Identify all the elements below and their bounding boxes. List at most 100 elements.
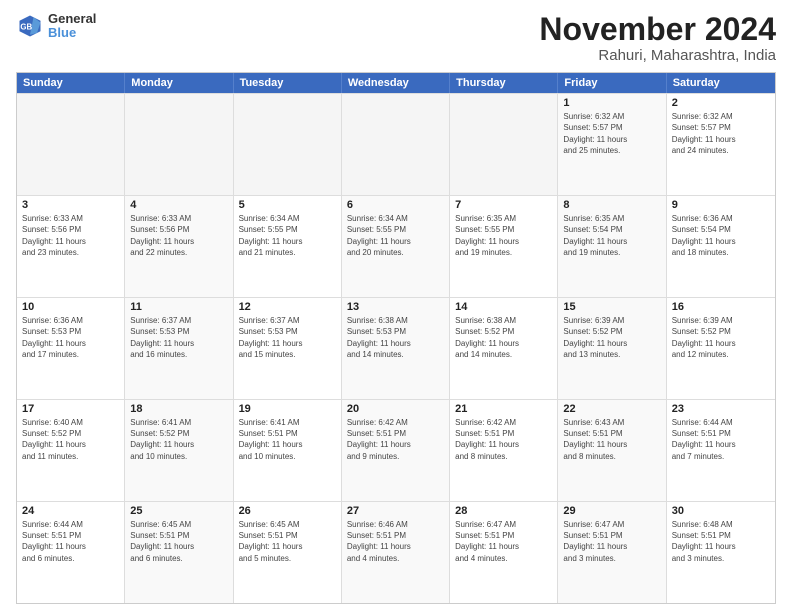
calendar-cell: 1 Sunrise: 6:32 AM Sunset: 5:57 PM Daylig… — [558, 94, 666, 195]
day-info: Sunrise: 6:46 AM Sunset: 5:51 PM Dayligh… — [347, 519, 444, 564]
header-day-saturday: Saturday — [667, 73, 775, 93]
calendar-cell: 3Sunrise: 6:33 AM Sunset: 5:56 PM Daylig… — [17, 196, 125, 297]
header-day-sunday: Sunday — [17, 73, 125, 93]
day-info: Sunrise: 6:33 AM Sunset: 5:56 PM Dayligh… — [22, 213, 119, 258]
day-info: Sunrise: 6:39 AM Sunset: 5:52 PM Dayligh… — [672, 315, 770, 360]
day-info: Sunrise: 6:47 AM Sunset: 5:51 PM Dayligh… — [455, 519, 552, 564]
day-info: Sunrise: 6:35 AM Sunset: 5:54 PM Dayligh… — [563, 213, 660, 258]
calendar-cell: 20 Sunrise: 6:42 AM Sunset: 5:51 PM Dayli… — [342, 400, 450, 501]
day-number: 2 — [672, 97, 770, 109]
day-number: 19 — [239, 403, 336, 415]
day-number: 4 — [130, 199, 227, 211]
logo-text: General Blue — [48, 12, 96, 41]
calendar-cell: 4 Sunrise: 6:33 AM Sunset: 5:56 PM Daylig… — [125, 196, 233, 297]
day-number: 27 — [347, 505, 444, 517]
day-number: 12 — [239, 301, 336, 313]
day-number: 18 — [130, 403, 227, 415]
day-number: 8 — [563, 199, 660, 211]
day-number: 15 — [563, 301, 660, 313]
day-number: 29 — [563, 505, 660, 517]
subtitle: Rahuri, Maharashtra, India — [539, 47, 776, 64]
day-number: 9 — [672, 199, 770, 211]
day-info: Sunrise: 6:37 AM Sunset: 5:53 PM Dayligh… — [239, 315, 336, 360]
calendar-cell: 12 Sunrise: 6:37 AM Sunset: 5:53 PM Dayli… — [234, 298, 342, 399]
day-info: Sunrise: 6:43 AM Sunset: 5:51 PM Dayligh… — [563, 417, 660, 462]
day-number: 24 — [22, 505, 119, 517]
header-day-friday: Friday — [558, 73, 666, 93]
day-number: 25 — [130, 505, 227, 517]
calendar-header: SundayMondayTuesdayWednesdayThursdayFrid… — [17, 73, 775, 93]
day-number: 14 — [455, 301, 552, 313]
calendar-cell: 5Sunrise: 6:34 AM Sunset: 5:55 PM Daylig… — [234, 196, 342, 297]
day-info: Sunrise: 6:34 AM Sunset: 5:55 PM Dayligh… — [347, 213, 444, 258]
day-info: Sunrise: 6:42 AM Sunset: 5:51 PM Dayligh… — [347, 417, 444, 462]
day-number: 11 — [130, 301, 227, 313]
calendar-cell: 18 Sunrise: 6:41 AM Sunset: 5:52 PM Dayli… — [125, 400, 233, 501]
calendar-cell: 30Sunrise: 6:48 AM Sunset: 5:51 PM Dayli… — [667, 502, 775, 603]
day-number: 21 — [455, 403, 552, 415]
day-info: Sunrise: 6:41 AM Sunset: 5:51 PM Dayligh… — [239, 417, 336, 462]
calendar-cell: 22 Sunrise: 6:43 AM Sunset: 5:51 PM Dayli… — [558, 400, 666, 501]
calendar-cell: 15 Sunrise: 6:39 AM Sunset: 5:52 PM Dayli… — [558, 298, 666, 399]
calendar-cell: 21 Sunrise: 6:42 AM Sunset: 5:51 PM Dayli… — [450, 400, 558, 501]
logo: GB General Blue — [16, 12, 96, 41]
title-block: November 2024 Rahuri, Maharashtra, India — [539, 12, 776, 64]
calendar-row-3: 10Sunrise: 6:36 AM Sunset: 5:53 PM Dayli… — [17, 297, 775, 399]
calendar-cell: 13Sunrise: 6:38 AM Sunset: 5:53 PM Dayli… — [342, 298, 450, 399]
calendar-row-5: 24Sunrise: 6:44 AM Sunset: 5:51 PM Dayli… — [17, 501, 775, 603]
calendar-cell: 26 Sunrise: 6:45 AM Sunset: 5:51 PM Dayli… — [234, 502, 342, 603]
calendar-cell: 24Sunrise: 6:44 AM Sunset: 5:51 PM Dayli… — [17, 502, 125, 603]
day-info: Sunrise: 6:42 AM Sunset: 5:51 PM Dayligh… — [455, 417, 552, 462]
logo-line2: Blue — [48, 26, 96, 40]
logo-line1: General — [48, 12, 96, 26]
calendar-row-2: 3Sunrise: 6:33 AM Sunset: 5:56 PM Daylig… — [17, 195, 775, 297]
logo-icon: GB — [16, 12, 44, 40]
calendar-body: 1 Sunrise: 6:32 AM Sunset: 5:57 PM Daylig… — [17, 93, 775, 603]
calendar-cell: 7Sunrise: 6:35 AM Sunset: 5:55 PM Daylig… — [450, 196, 558, 297]
day-info: Sunrise: 6:41 AM Sunset: 5:52 PM Dayligh… — [130, 417, 227, 462]
calendar-cell: 17 Sunrise: 6:40 AM Sunset: 5:52 PM Dayli… — [17, 400, 125, 501]
page: GB General Blue November 2024 Rahuri, Ma… — [0, 0, 792, 612]
day-number: 16 — [672, 301, 770, 313]
calendar-cell: 10Sunrise: 6:36 AM Sunset: 5:53 PM Dayli… — [17, 298, 125, 399]
svg-text:GB: GB — [20, 23, 32, 32]
day-info: Sunrise: 6:32 AM Sunset: 5:57 PM Dayligh… — [563, 111, 660, 156]
day-info: Sunrise: 6:33 AM Sunset: 5:56 PM Dayligh… — [130, 213, 227, 258]
day-number: 1 — [563, 97, 660, 109]
calendar-cell: 6 Sunrise: 6:34 AM Sunset: 5:55 PM Daylig… — [342, 196, 450, 297]
day-number: 22 — [563, 403, 660, 415]
day-info: Sunrise: 6:38 AM Sunset: 5:52 PM Dayligh… — [455, 315, 552, 360]
calendar-cell — [125, 94, 233, 195]
header-day-monday: Monday — [125, 73, 233, 93]
calendar-cell — [234, 94, 342, 195]
calendar-cell: 23 Sunrise: 6:44 AM Sunset: 5:51 PM Dayli… — [667, 400, 775, 501]
day-info: Sunrise: 6:38 AM Sunset: 5:53 PM Dayligh… — [347, 315, 444, 360]
calendar-cell — [17, 94, 125, 195]
day-info: Sunrise: 6:39 AM Sunset: 5:52 PM Dayligh… — [563, 315, 660, 360]
calendar-cell: 19 Sunrise: 6:41 AM Sunset: 5:51 PM Dayli… — [234, 400, 342, 501]
calendar-row-4: 17 Sunrise: 6:40 AM Sunset: 5:52 PM Dayli… — [17, 399, 775, 501]
calendar-cell: 25 Sunrise: 6:45 AM Sunset: 5:51 PM Dayli… — [125, 502, 233, 603]
day-info: Sunrise: 6:44 AM Sunset: 5:51 PM Dayligh… — [672, 417, 770, 462]
day-number: 26 — [239, 505, 336, 517]
day-number: 20 — [347, 403, 444, 415]
day-number: 23 — [672, 403, 770, 415]
day-number: 7 — [455, 199, 552, 211]
day-info: Sunrise: 6:45 AM Sunset: 5:51 PM Dayligh… — [239, 519, 336, 564]
day-number: 17 — [22, 403, 119, 415]
calendar-cell: 9 Sunrise: 6:36 AM Sunset: 5:54 PM Daylig… — [667, 196, 775, 297]
day-info: Sunrise: 6:45 AM Sunset: 5:51 PM Dayligh… — [130, 519, 227, 564]
calendar-cell: 11 Sunrise: 6:37 AM Sunset: 5:53 PM Dayli… — [125, 298, 233, 399]
day-number: 6 — [347, 199, 444, 211]
calendar-cell: 27 Sunrise: 6:46 AM Sunset: 5:51 PM Dayli… — [342, 502, 450, 603]
calendar-cell: 14 Sunrise: 6:38 AM Sunset: 5:52 PM Dayli… — [450, 298, 558, 399]
day-info: Sunrise: 6:40 AM Sunset: 5:52 PM Dayligh… — [22, 417, 119, 462]
day-number: 30 — [672, 505, 770, 517]
day-number: 28 — [455, 505, 552, 517]
header-day-wednesday: Wednesday — [342, 73, 450, 93]
calendar-cell — [342, 94, 450, 195]
day-info: Sunrise: 6:36 AM Sunset: 5:54 PM Dayligh… — [672, 213, 770, 258]
day-number: 10 — [22, 301, 119, 313]
day-info: Sunrise: 6:37 AM Sunset: 5:53 PM Dayligh… — [130, 315, 227, 360]
day-info: Sunrise: 6:34 AM Sunset: 5:55 PM Dayligh… — [239, 213, 336, 258]
